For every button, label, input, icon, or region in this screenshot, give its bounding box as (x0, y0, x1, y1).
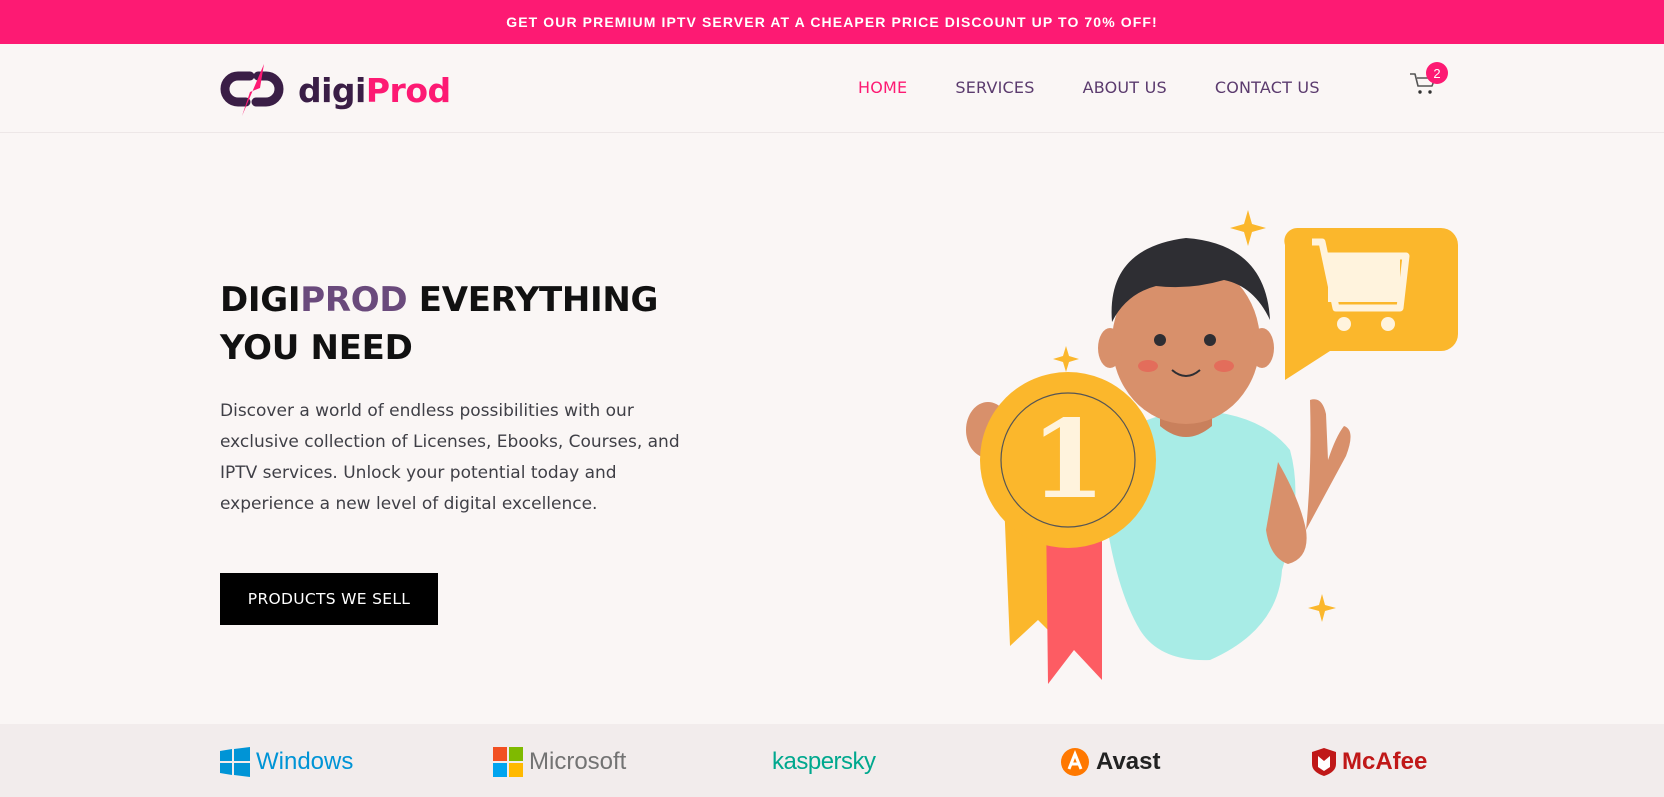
brand-windows: Windows (220, 746, 353, 778)
cart-bubble (1284, 227, 1458, 380)
svg-text:1: 1 (1030, 397, 1105, 523)
nav-services[interactable]: SERVICES (955, 78, 1034, 97)
hero-illustration: 1 (966, 210, 1458, 684)
windows-icon (220, 747, 250, 777)
nav-about-us[interactable]: ABOUT US (1083, 78, 1167, 97)
promo-text: GET OUR PREMIUM IPTV SERVER AT A CHEAPER… (506, 14, 1158, 30)
nav-contact-us[interactable]: CONTACT US (1215, 78, 1320, 97)
sparkle-icon (1230, 210, 1266, 246)
nav-home[interactable]: HOME (858, 78, 907, 97)
brand-microsoft: Microsoft (493, 746, 626, 778)
hero-title: DIGIPROD EVERYTHING YOU NEED (220, 280, 659, 368)
sparkle-icon (1053, 346, 1079, 372)
logo-icon (220, 64, 284, 116)
cart-count-badge: 2 (1426, 62, 1448, 84)
hero-description: Discover a world of endless possibilitie… (220, 401, 680, 514)
logo-wordmark: digiProd (298, 70, 451, 110)
main-nav: HOME SERVICES ABOUT US CONTACT US (858, 78, 1368, 97)
brand-kaspersky: kaspersky (772, 748, 876, 775)
mcafee-shield-icon (1312, 748, 1336, 776)
sparkle-icon (1308, 594, 1336, 622)
products-we-sell-button[interactable]: PRODUCTS WE SELL (220, 573, 438, 625)
brand-mcafee: McAfee (1312, 746, 1427, 778)
avast-icon (1061, 748, 1089, 776)
cart-button[interactable]: 2 (1406, 60, 1448, 100)
microsoft-icon (493, 747, 523, 777)
brand-avast: Avast (1060, 746, 1160, 778)
brand-strip: Windows Microsoft kaspersky Avast McAfee (0, 724, 1664, 797)
promo-bar: GET OUR PREMIUM IPTV SERVER AT A CHEAPER… (0, 0, 1664, 44)
site-header: digiProd HOME SERVICES ABOUT US CONTACT … (0, 44, 1664, 133)
site-logo[interactable]: digiProd (220, 62, 451, 118)
